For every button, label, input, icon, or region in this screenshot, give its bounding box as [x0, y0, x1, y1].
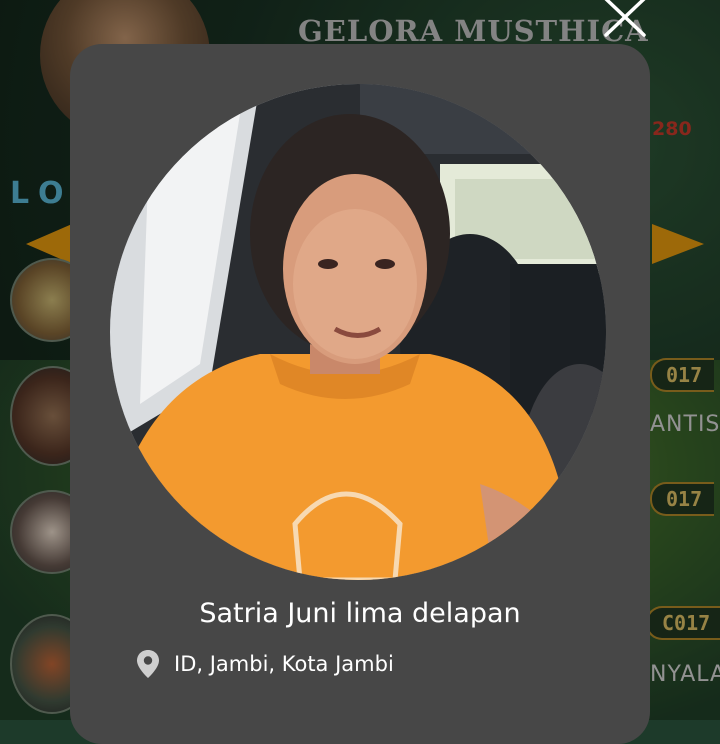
profile-photo[interactable]: [110, 84, 606, 580]
location-text: ID, Jambi, Kota Jambi: [174, 652, 394, 676]
profile-modal: Satria Juni lima delapan ID, Jambi, Kota…: [70, 44, 650, 744]
user-name: Satria Juni lima delapan: [199, 598, 521, 629]
location-row: ID, Jambi, Kota Jambi: [136, 649, 394, 679]
profile-photo-illustration: [110, 84, 606, 580]
close-button[interactable]: [596, 0, 652, 40]
close-icon: [604, 0, 646, 37]
map-pin-icon: [137, 650, 159, 678]
